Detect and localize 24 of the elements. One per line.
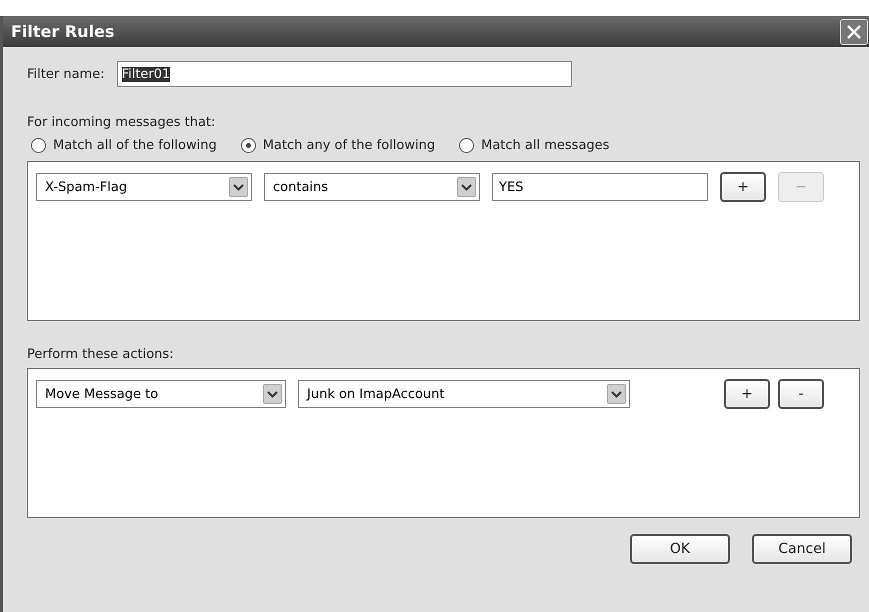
section-heading: Perform these actions: (27, 347, 175, 362)
dropdown[interactable]: Move Message to (36, 380, 286, 408)
ok-button[interactable]: OK (630, 534, 730, 564)
chevron-down-icon (607, 384, 626, 404)
field-label: Filter name: (27, 66, 105, 82)
chevron-down-icon (263, 384, 282, 404)
add-button[interactable]: + (724, 379, 770, 409)
window-title: Filter Rules (11, 22, 114, 41)
add-button[interactable]: + (720, 172, 766, 202)
cancel-button[interactable]: Cancel (752, 534, 852, 564)
dropdown[interactable]: Junk on ImapAccount (298, 380, 630, 408)
filter-name-field[interactable]: Filter01 (116, 61, 572, 87)
section-heading: For incoming messages that: (27, 115, 216, 130)
close-button[interactable] (840, 18, 868, 44)
chevron-down-icon (229, 177, 248, 197)
close-icon (845, 22, 863, 40)
radio-option[interactable]: Match any of the following (240, 138, 436, 153)
radio-option[interactable]: Match all messages (459, 138, 610, 153)
dropdown[interactable]: contains (264, 173, 480, 201)
value-field[interactable]: YES (492, 173, 708, 201)
dropdown[interactable]: X-Spam-Flag (36, 173, 252, 201)
chevron-down-icon (457, 177, 476, 197)
radio-option[interactable]: Match all of the following (31, 138, 217, 153)
remove-button[interactable]: - (778, 379, 824, 409)
